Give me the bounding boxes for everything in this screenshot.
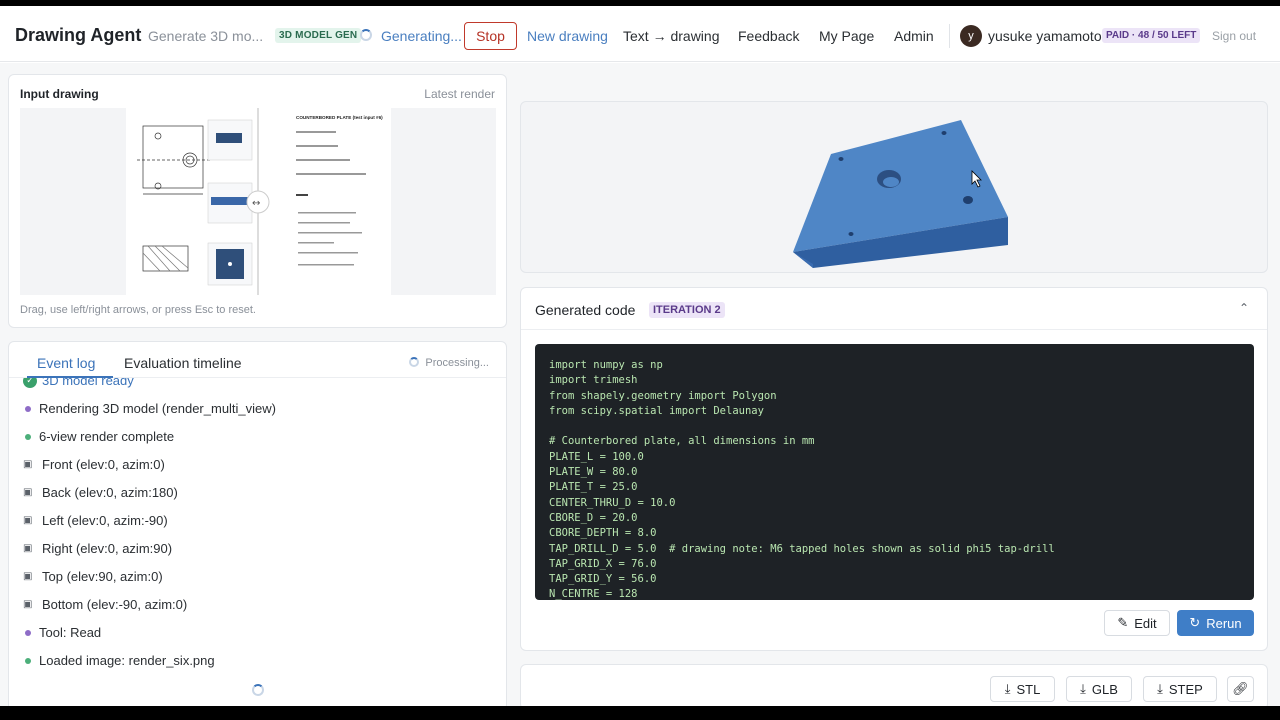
edit-button[interactable]: ✎ Edit	[1104, 610, 1170, 636]
code-title: Generated code	[535, 302, 636, 318]
app-header: Drawing Agent Generate 3D mo... 3D MODEL…	[0, 6, 1280, 62]
svg-text:↔: ↔	[252, 198, 260, 209]
list-item: 6-view render complete	[23, 429, 174, 444]
status-dot-icon	[25, 657, 31, 664]
camera-icon: ▣	[23, 599, 33, 610]
camera-icon: ▣	[23, 571, 33, 582]
download-stl-button[interactable]: ⤓ STL	[990, 676, 1055, 702]
list-item: Tool: Read	[23, 625, 101, 640]
download-step-button[interactable]: ⤓ STEP	[1143, 676, 1217, 702]
code-line: CENTER_THRU_D = 10.0	[549, 497, 676, 509]
loading-spinner-icon	[360, 29, 372, 41]
event-log-list[interactable]: ✓ 3D model ready Rendering 3D model (ren…	[9, 378, 506, 678]
header-divider	[949, 24, 950, 48]
chevron-up-icon[interactable]: ⌃	[1239, 301, 1249, 315]
check-icon: ✓	[23, 378, 37, 388]
main-content: Input drawing Latest render ↔ COUNTERBOR…	[0, 63, 1280, 711]
3d-model-render	[793, 120, 1008, 268]
plan-badge: PAID · 48 / 50 LEFT	[1102, 28, 1201, 43]
generated-code-card: Generated code ITERATION 2 ⌃ import nump…	[520, 287, 1268, 651]
processing-spinner-icon	[409, 357, 419, 367]
status-dot-icon	[25, 433, 31, 440]
camera-icon: ▣	[23, 487, 33, 498]
code-editor[interactable]: import numpy as np import trimesh from s…	[535, 344, 1254, 600]
camera-icon: ▣	[23, 515, 33, 526]
list-item: Rendering 3D model (render_multi_view)	[23, 401, 276, 416]
download-icon: ⤓	[1080, 681, 1086, 696]
technical-drawing: ↔ COUNTERBORED PLATE (test input #6)	[126, 108, 391, 295]
refresh-icon: ↻	[1189, 615, 1201, 630]
list-item: ▣ Back (elev:0, azim:180)	[23, 485, 178, 500]
drawing-compare-viewer[interactable]: ↔ COUNTERBORED PLATE (test input #6)	[20, 108, 496, 295]
downloads-bar: ⤓ STL ⤓ GLB ⤓ STEP 🔗︎	[520, 664, 1268, 710]
input-drawing-card: Input drawing Latest render ↔ COUNTERBOR…	[8, 74, 507, 328]
processing-status: Processing...	[425, 357, 489, 369]
code-line: TAP_DRILL_D = 5.0 # drawing note: M6 tap…	[549, 543, 1055, 555]
stop-button[interactable]: Stop	[464, 22, 517, 50]
drawing-hint: Drag, use left/right arrows, or press Es…	[20, 304, 256, 316]
code-line: PLATE_W = 80.0	[549, 466, 638, 478]
camera-icon: ▣	[23, 459, 33, 470]
list-item: ▣ Right (elev:0, azim:90)	[23, 541, 173, 556]
code-line: TAP_GRID_Y = 56.0	[549, 573, 657, 585]
link-icon: 🔗︎	[1232, 681, 1249, 696]
code-line: from scipy.spatial import Delaunay	[549, 405, 764, 417]
download-icon: ⤓	[1004, 681, 1011, 696]
code-line: CBORE_D = 20.0	[549, 512, 638, 524]
event-log-card: Event log Evaluation timeline Processing…	[8, 341, 507, 711]
code-line: import trimesh	[549, 374, 638, 386]
mode-badge: 3D MODEL GEN	[275, 28, 362, 43]
code-line: PLATE_T = 25.0	[549, 481, 638, 493]
tab-evaluation-timeline[interactable]: Evaluation timeline	[124, 355, 242, 371]
rerun-button[interactable]: ↻ Rerun	[1177, 610, 1254, 636]
nav-feedback[interactable]: Feedback	[738, 28, 799, 44]
log-loading-spinner-icon	[252, 684, 264, 696]
copy-link-button[interactable]: 🔗︎	[1227, 676, 1254, 702]
bottom-band	[0, 706, 1280, 720]
code-line: import numpy as np	[549, 359, 663, 371]
log-tabs: Event log Evaluation timeline Processing…	[9, 342, 506, 378]
username: yusuke yamamoto	[988, 28, 1102, 44]
list-item: ▣ Front (elev:0, azim:0)	[23, 457, 165, 472]
status-dot-icon	[25, 629, 31, 636]
model-viewer[interactable]	[520, 101, 1268, 273]
code-line: from shapely.geometry import Polygon	[549, 390, 777, 402]
edit-icon: ✎	[1117, 615, 1129, 630]
list-item: ✓ 3D model ready	[23, 378, 134, 388]
list-item: ▣ Left (elev:0, azim:-90)	[23, 513, 168, 528]
iteration-badge: ITERATION 2	[649, 302, 725, 318]
nav-my-page[interactable]: My Page	[819, 28, 874, 44]
tab-event-log[interactable]: Event log	[37, 355, 95, 371]
nav-text-to-drawing[interactable]: Text → drawing	[623, 28, 719, 44]
list-item: ▣ Top (elev:90, azim:0)	[23, 569, 163, 584]
code-line: N_CENTRE = 128	[549, 588, 638, 600]
code-line: TAP_GRID_X = 76.0	[549, 558, 657, 570]
nav-new-drawing[interactable]: New drawing	[527, 28, 608, 44]
list-item: Loaded image: render_six.png	[23, 653, 215, 668]
status-text: Generating...	[381, 28, 462, 44]
page-subtitle: Generate 3D mo...	[148, 28, 264, 44]
code-line: CBORE_DEPTH = 8.0	[549, 527, 657, 539]
svg-text:COUNTERBORED PLATE (test input: COUNTERBORED PLATE (test input #6)	[296, 115, 383, 120]
download-icon: ⤓	[1157, 681, 1163, 696]
code-line: PLATE_L = 100.0	[549, 451, 644, 463]
latest-render-label: Latest render	[424, 87, 495, 101]
list-item: ▣ Bottom (elev:-90, azim:0)	[23, 597, 188, 612]
status-dot-icon	[25, 405, 31, 412]
code-line: # Counterbored plate, all dimensions in …	[549, 435, 815, 447]
download-glb-button[interactable]: ⤓ GLB	[1066, 676, 1132, 702]
input-drawing-title: Input drawing	[20, 87, 99, 101]
nav-admin[interactable]: Admin	[894, 28, 934, 44]
brand-title: Drawing Agent	[15, 25, 142, 45]
code-header[interactable]: Generated code ITERATION 2 ⌃	[521, 288, 1267, 330]
sign-out-link[interactable]: Sign out	[1212, 29, 1256, 43]
avatar[interactable]: y	[960, 25, 982, 47]
camera-icon: ▣	[23, 543, 33, 554]
